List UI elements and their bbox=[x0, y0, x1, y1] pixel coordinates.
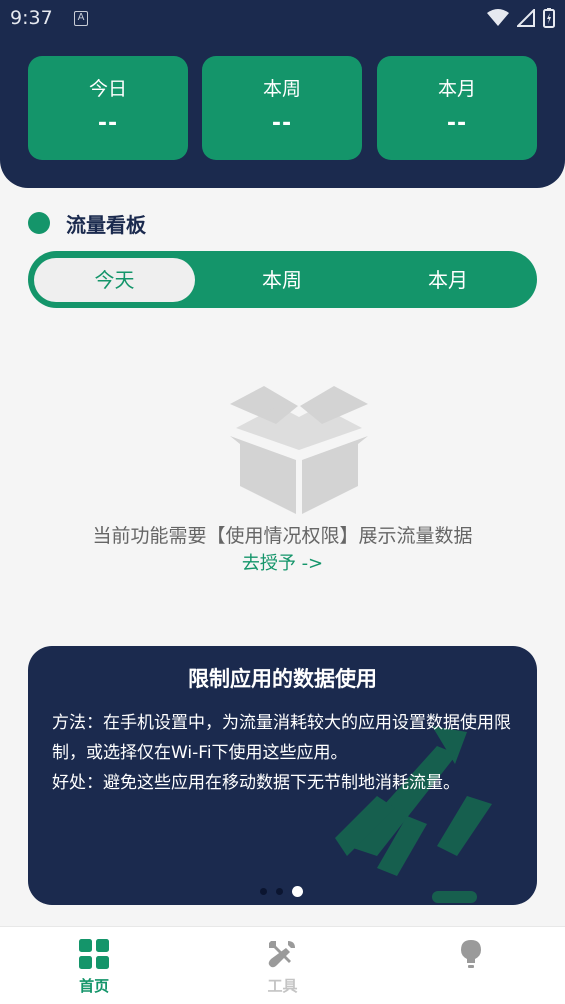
tab-month[interactable]: 本月 bbox=[365, 258, 531, 302]
period-segmented-control: 今天 本周 本月 bbox=[28, 251, 537, 308]
grid-icon bbox=[79, 939, 110, 969]
carousel-dot[interactable] bbox=[276, 888, 283, 895]
nav-label-home: 首页 bbox=[79, 977, 110, 995]
stat-value: -- bbox=[271, 111, 293, 136]
battery-icon bbox=[543, 8, 555, 28]
nav-tab-tips[interactable] bbox=[377, 927, 565, 1004]
dashboard-heading: 流量看板 bbox=[28, 210, 146, 237]
section-title: 流量看板 bbox=[66, 212, 146, 237]
notification-a-icon: A bbox=[74, 11, 88, 26]
nav-tab-tools[interactable]: 工具 bbox=[188, 927, 376, 1004]
wifi-icon bbox=[487, 9, 509, 26]
status-bar: 9:37 A bbox=[0, 0, 565, 40]
tip-title: 限制应用的数据使用 bbox=[188, 667, 377, 691]
section-dot-icon bbox=[28, 212, 50, 234]
tab-today[interactable]: 今天 bbox=[34, 257, 195, 302]
stat-card-week[interactable]: 本周 -- bbox=[202, 56, 362, 160]
stat-label: 本周 bbox=[262, 78, 301, 100]
empty-box-icon bbox=[230, 386, 368, 514]
stat-value: -- bbox=[97, 111, 119, 136]
grant-permission-link[interactable]: 去授予 -> bbox=[0, 549, 565, 575]
stat-card-month[interactable]: 本月 -- bbox=[377, 56, 537, 160]
carousel-indicator bbox=[260, 886, 303, 897]
carousel-dot[interactable] bbox=[260, 888, 267, 895]
nav-tab-home[interactable]: 首页 bbox=[0, 927, 188, 1004]
nav-label-tools: 工具 bbox=[267, 977, 298, 995]
permission-message: 当前功能需要【使用情况权限】展示流量数据 bbox=[92, 525, 473, 547]
stat-card-today[interactable]: 今日 -- bbox=[28, 56, 188, 160]
carousel-dot-active[interactable] bbox=[292, 886, 303, 897]
signal-icon bbox=[517, 9, 535, 27]
tab-week[interactable]: 本周 bbox=[199, 258, 365, 302]
lightbulb-icon bbox=[460, 940, 481, 968]
tip-card[interactable]: 限制应用的数据使用 方法：在手机设置中，为流量消耗较大的应用设置数据使用限制，或… bbox=[28, 646, 537, 905]
header-panel: 9:37 A 今日 -- 本周 -- 本月 -- bbox=[0, 0, 565, 188]
tip-method: 方法：在手机设置中，为流量消耗较大的应用设置数据使用限制，或选择仅在Wi-Fi下… bbox=[52, 713, 511, 763]
stat-label: 本月 bbox=[437, 78, 476, 100]
tip-benefit: 好处：避免这些应用在移动数据下无节制地消耗流量。 bbox=[52, 773, 460, 793]
tip-body: 方法：在手机设置中，为流量消耗较大的应用设置数据使用限制，或选择仅在Wi-Fi下… bbox=[52, 708, 522, 798]
status-time: 9:37 bbox=[10, 7, 53, 29]
stat-value: -- bbox=[446, 111, 468, 136]
bottom-navigation: 首页 工具 bbox=[0, 926, 565, 1004]
tools-icon bbox=[269, 941, 296, 968]
stat-label: 今日 bbox=[88, 78, 127, 100]
